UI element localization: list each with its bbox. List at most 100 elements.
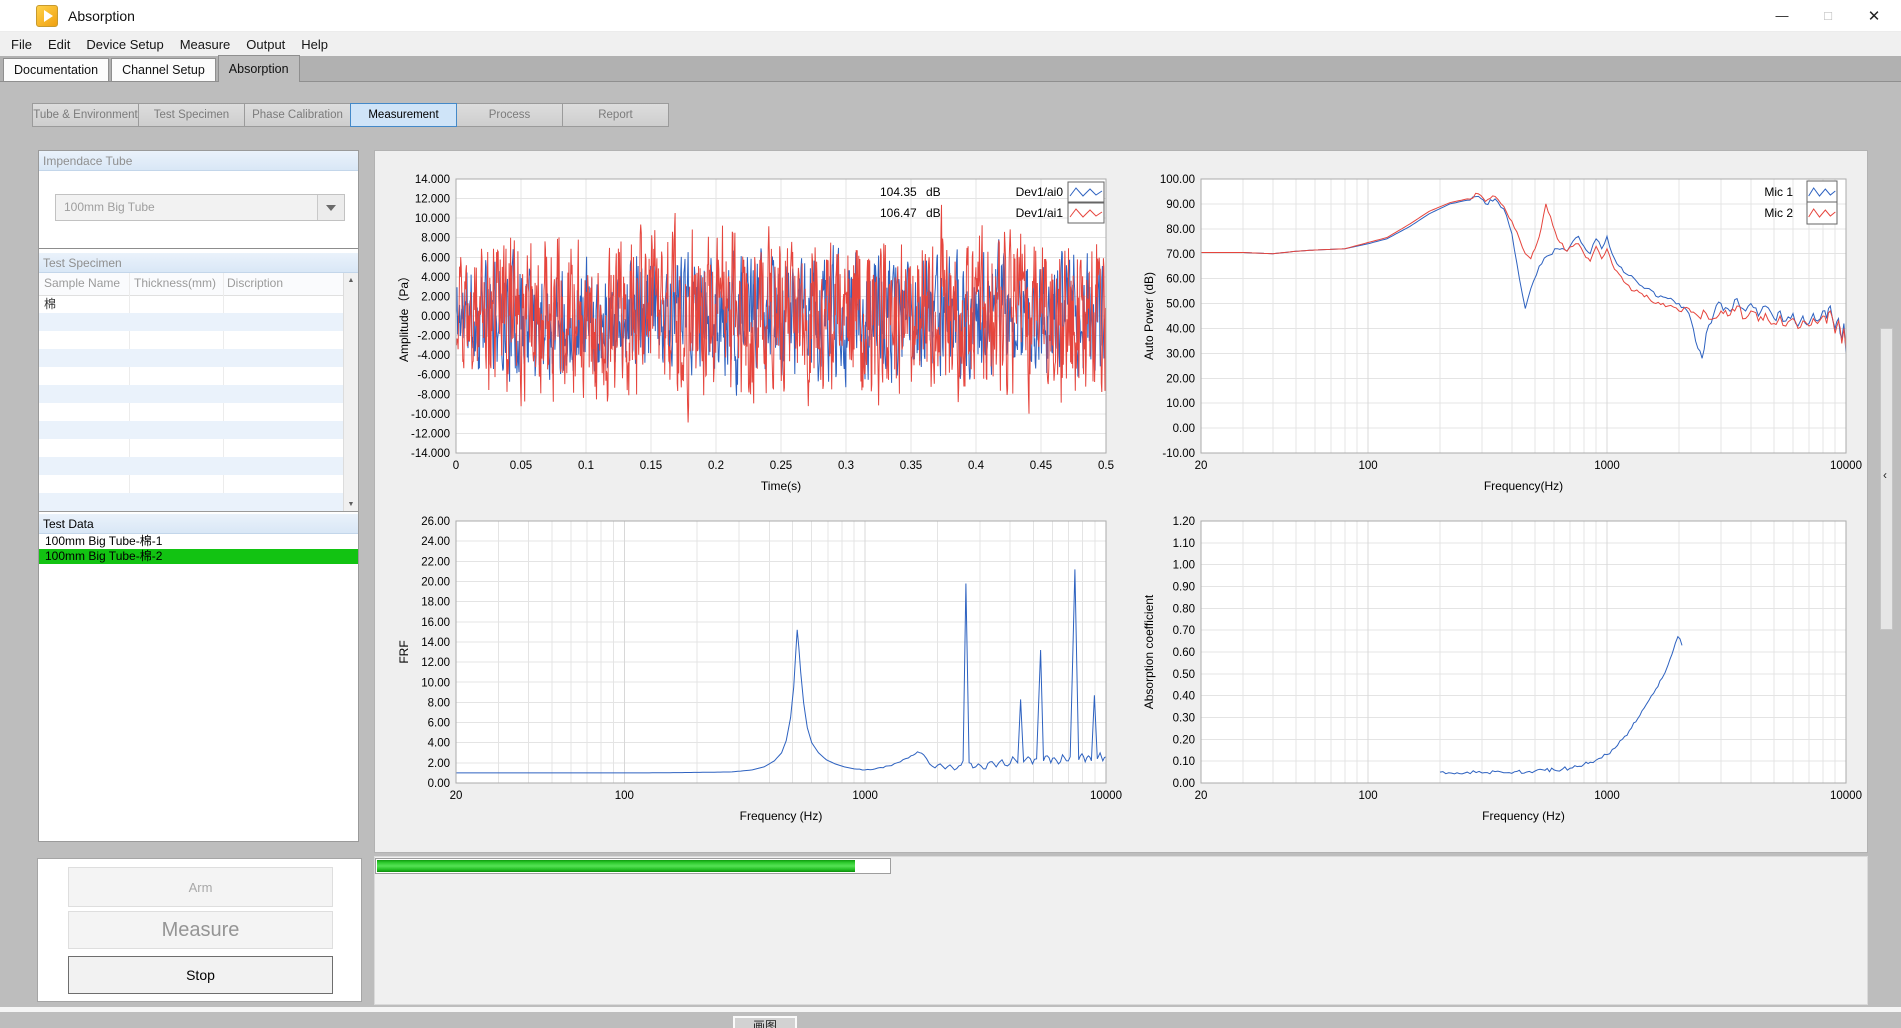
specimen-row[interactable]: [39, 313, 343, 331]
specimen-col-thickness-mm[interactable]: Thickness(mm): [134, 276, 216, 290]
specimen-row[interactable]: [39, 367, 343, 385]
menu-item-edit[interactable]: Edit: [40, 32, 78, 56]
specimen-row[interactable]: [39, 349, 343, 367]
menu-item-device-setup[interactable]: Device Setup: [78, 32, 171, 56]
tab-documentation[interactable]: Documentation: [3, 58, 109, 81]
subtab-report[interactable]: Report: [562, 103, 669, 127]
ytick-label: -4.000: [417, 350, 450, 362]
minimize-button[interactable]: —: [1759, 0, 1805, 31]
ytick-label: 6.00: [428, 718, 450, 730]
specimen-row[interactable]: [39, 475, 343, 493]
impedance-tube-header: Impendace Tube: [39, 151, 358, 171]
y-axis-label: Auto Power (dB): [1142, 272, 1156, 360]
specimen-row[interactable]: [39, 457, 343, 475]
tube-select-dropdown[interactable]: 100mm Big Tube: [55, 194, 345, 221]
xtick-label: 10000: [1830, 460, 1862, 472]
specimen-row[interactable]: [39, 493, 343, 511]
specimen-table: Sample Name Thickness(mm) Discription 棉 ▲ …: [39, 273, 358, 512]
xtick-label: 0.15: [640, 460, 662, 472]
test-data-header: Test Data: [39, 514, 358, 534]
ytick-label: 14.000: [415, 174, 450, 186]
test-data-item[interactable]: 100mm Big Tube-棉-1: [39, 534, 358, 549]
ytick-label: -12.000: [411, 428, 450, 440]
menu-item-measure[interactable]: Measure: [172, 32, 239, 56]
ytick-label: 20.00: [421, 576, 450, 588]
ytick-label: 26.00: [421, 516, 450, 528]
ytick-label: 24.00: [421, 536, 450, 548]
application-window: Absorption — □ ✕ FileEditDevice SetupMea…: [0, 0, 1901, 1028]
specimen-row[interactable]: [39, 421, 343, 439]
ytick-label: -14.000: [411, 448, 450, 460]
xtick-label: 20: [450, 790, 463, 802]
legend-unit: dB: [926, 185, 941, 199]
specimen-table-scrollbar[interactable]: ▲ ▼: [343, 273, 358, 511]
subtab-test-specimen[interactable]: Test Specimen: [138, 103, 245, 127]
sidebar-panel: Impendace Tube 100mm Big Tube Test Speci…: [38, 150, 359, 842]
subtab-phase-calibration[interactable]: Phase Calibration: [244, 103, 351, 127]
side-expander[interactable]: ‹: [1880, 328, 1893, 630]
specimen-col-sample-name[interactable]: Sample Name: [44, 276, 120, 290]
ytick-label: 0.40: [1173, 691, 1195, 703]
ytick-label: 1.10: [1173, 538, 1195, 550]
scroll-down-icon[interactable]: ▼: [344, 497, 358, 511]
ytick-label: 100.00: [1160, 174, 1195, 186]
specimen-row[interactable]: [39, 403, 343, 421]
xtick-label: 0: [453, 460, 459, 472]
tab-absorption[interactable]: Absorption: [218, 55, 300, 82]
xtick-label: 0.2: [708, 460, 724, 472]
subtab-process[interactable]: Process: [456, 103, 563, 127]
tab-bar: DocumentationChannel SetupAbsorption: [0, 56, 1901, 82]
ytick-label: 40.00: [1166, 323, 1195, 335]
specimen-col-discription[interactable]: Discription: [227, 276, 283, 290]
lower-panel: [374, 856, 1868, 1005]
xtick-label: 0.25: [770, 460, 792, 472]
specimen-row[interactable]: [39, 439, 343, 457]
test-data-item[interactable]: 100mm Big Tube-棉-2: [39, 549, 358, 564]
maximize-button[interactable]: □: [1805, 0, 1851, 31]
ytick-label: 0.70: [1173, 625, 1195, 637]
specimen-row[interactable]: [39, 331, 343, 349]
y-axis-label: Amplitude（Pa）: [397, 270, 411, 362]
ytick-label: -2.000: [417, 331, 450, 343]
ytick-label: 16.00: [421, 617, 450, 629]
xtick-label: 1000: [1594, 460, 1620, 472]
test-data-title: Test Data: [43, 517, 94, 531]
legend-name: Mic 2: [1764, 206, 1793, 220]
ytick-label: 10.00: [421, 677, 450, 689]
ytick-label: 0.90: [1173, 582, 1195, 594]
x-axis-label: Time(s): [761, 479, 801, 493]
ytick-label: -6.000: [417, 370, 450, 382]
stop-button[interactable]: Stop: [68, 956, 333, 994]
ytick-label: 2.00: [428, 758, 450, 770]
xtick-label: 0.45: [1030, 460, 1052, 472]
specimen-table-header: Sample Name Thickness(mm) Discription: [39, 273, 358, 296]
close-button[interactable]: ✕: [1851, 0, 1897, 31]
specimen-row[interactable]: [39, 385, 343, 403]
specimen-row[interactable]: 棉: [39, 295, 343, 313]
ytick-label: 70.00: [1166, 249, 1195, 261]
y-axis-label: FRF: [397, 640, 411, 663]
subtab-bar: Tube & EnvironmentTest SpecimenPhase Cal…: [33, 103, 669, 127]
test-specimen-title: Test Specimen: [43, 256, 122, 270]
bottom-tab-draw[interactable]: 画图: [733, 1016, 797, 1028]
menu-item-help[interactable]: Help: [293, 32, 336, 56]
ytick-label: 0.50: [1173, 669, 1195, 681]
collapse-chevron-icon: ‹: [1883, 469, 1887, 481]
tab-channel-setup[interactable]: Channel Setup: [111, 58, 216, 81]
ytick-label: 0.000: [421, 311, 450, 323]
specimen-row[interactable]: [39, 511, 343, 512]
ytick-label: 4.000: [421, 272, 450, 284]
ytick-label: -8.000: [417, 389, 450, 401]
subtab-measurement[interactable]: Measurement: [350, 103, 457, 127]
menu-item-file[interactable]: File: [3, 32, 40, 56]
menu-item-output[interactable]: Output: [238, 32, 293, 56]
legend-value: 106.47: [880, 206, 917, 220]
subtab-tube-environment[interactable]: Tube & Environment: [32, 103, 139, 127]
legend-name: Dev1/ai0: [1016, 185, 1064, 199]
ytick-label: 14.00: [421, 637, 450, 649]
impedance-tube-section: 100mm Big Tube: [39, 171, 358, 249]
xtick-label: 100: [1358, 460, 1377, 472]
scroll-up-icon[interactable]: ▲: [344, 273, 358, 287]
ytick-label: 0.60: [1173, 647, 1195, 659]
dropdown-arrow-button[interactable]: [317, 195, 344, 220]
